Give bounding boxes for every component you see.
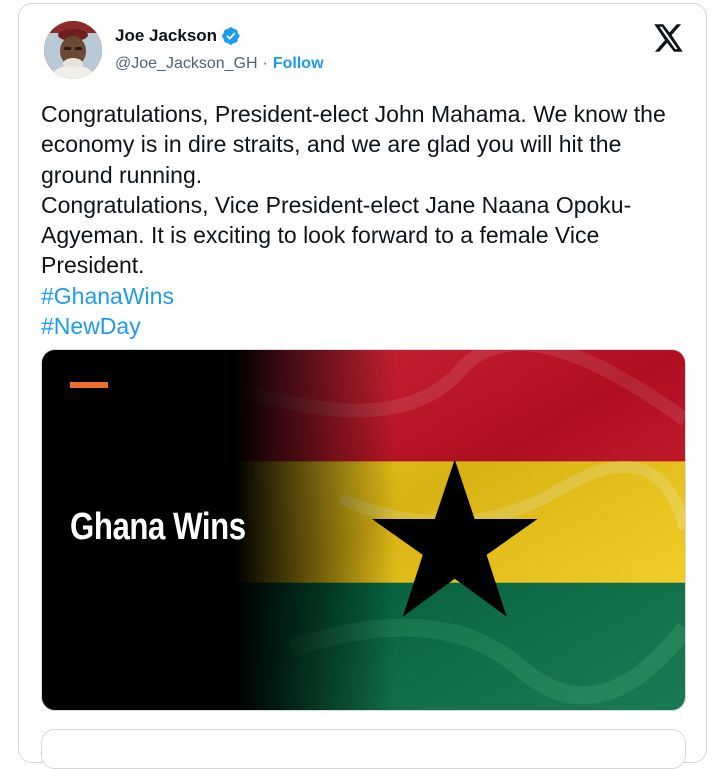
tweet-body: Congratulations, President-elect John Ma… [41, 99, 691, 341]
author-handle-row: @Joe_Jackson_GH · Follow [115, 55, 324, 73]
media-title-text: Ghana Wins [70, 506, 246, 548]
follow-button[interactable]: Follow [273, 55, 324, 73]
hashtag-link[interactable]: #GhanaWins [41, 281, 691, 311]
orange-accent-bar [70, 382, 108, 388]
author-display-name[interactable]: Joe Jackson [115, 26, 217, 46]
tweet-card: Joe Jackson @Joe_Jackson_GH · Follow Con… [18, 3, 707, 769]
verified-badge-icon [221, 26, 241, 46]
tweet-media-image[interactable]: Ghana Wins [41, 349, 686, 711]
separator-dot: · [262, 55, 268, 72]
hashtag-link[interactable]: #NewDay [41, 311, 691, 341]
link-preview-card[interactable] [41, 729, 686, 769]
x-logo-icon[interactable] [654, 24, 684, 52]
author-handle[interactable]: @Joe_Jackson_GH [115, 55, 258, 73]
tweet-paragraph: Congratulations, President-elect John Ma… [41, 101, 666, 188]
avatar[interactable] [44, 21, 102, 79]
author-name-row: Joe Jackson [115, 26, 241, 46]
tweet-paragraph: Congratulations, Vice President-elect Ja… [41, 191, 632, 279]
